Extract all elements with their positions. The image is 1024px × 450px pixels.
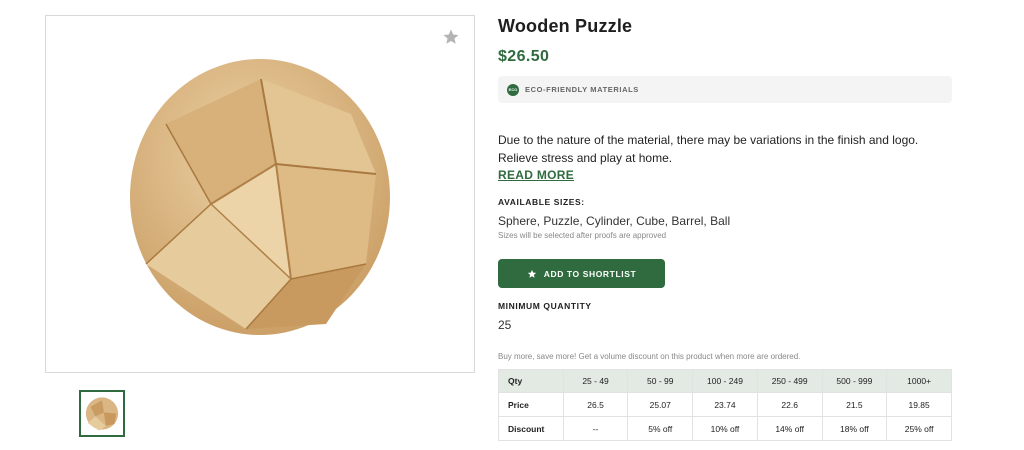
table-header-cell: 100 - 249: [692, 369, 758, 393]
volume-discount-note: Buy more, save more! Get a volume discou…: [498, 352, 801, 361]
table-header-cell: 25 - 49: [562, 369, 629, 393]
table-cell: 21.5: [821, 392, 888, 417]
sizes-note: Sizes will be selected after proofs are …: [498, 231, 667, 240]
eco-leaf-icon: ECO: [507, 83, 519, 96]
minimum-quantity-label: MINIMUM QUANTITY: [498, 301, 592, 311]
eco-badge: ECO ECO-FRIENDLY MATERIALS: [498, 76, 952, 103]
star-icon: [527, 269, 536, 278]
product-price: $26.50: [498, 48, 550, 65]
table-cell: 10% off: [692, 416, 758, 441]
add-to-shortlist-button[interactable]: ADD TO SHORTLIST: [498, 259, 665, 288]
table-cell: 25% off: [886, 416, 952, 441]
sizes-value: Sphere, Puzzle, Cylinder, Cube, Barrel, …: [498, 214, 731, 228]
table-cell: 18% off: [821, 416, 888, 441]
table-cell: Discount: [498, 416, 564, 441]
minimum-quantity-value: 25: [498, 318, 512, 332]
product-image-panel: [45, 15, 475, 373]
table-header-row: Qty 25 - 49 50 - 99 100 - 249 250 - 499 …: [498, 369, 952, 393]
table-cell: 19.85: [886, 392, 952, 417]
table-header-cell: 500 - 999: [821, 369, 888, 393]
table-header-cell: 250 - 499: [756, 369, 823, 393]
thumbnail-image: [85, 397, 119, 431]
table-cell: 22.6: [756, 392, 823, 417]
table-cell: --: [562, 416, 629, 441]
table-cell: Price: [498, 392, 564, 417]
eco-badge-label: ECO-FRIENDLY MATERIALS: [525, 85, 639, 94]
sizes-label: AVAILABLE SIZES:: [498, 197, 585, 207]
read-more-link[interactable]: READ MORE: [498, 168, 574, 182]
table-header-cell: 50 - 99: [627, 369, 694, 393]
product-image: [130, 59, 390, 335]
add-to-shortlist-label: ADD TO SHORTLIST: [543, 268, 637, 279]
table-cell: 5% off: [627, 416, 694, 441]
table-cell: 23.74: [692, 392, 758, 417]
pricing-table: Qty 25 - 49 50 - 99 100 - 249 250 - 499 …: [498, 369, 952, 441]
star-icon[interactable]: [442, 28, 460, 46]
product-title: Wooden Puzzle: [498, 16, 633, 36]
table-cell: 14% off: [756, 416, 823, 441]
table-row: Discount -- 5% off 10% off 14% off 18% o…: [498, 416, 952, 441]
table-row: Price 26.5 25.07 23.74 22.6 21.5 19.85: [498, 392, 952, 417]
table-cell: 26.5: [562, 392, 629, 417]
product-thumbnail[interactable]: [79, 390, 125, 437]
table-header-cell: Qty: [498, 369, 564, 393]
product-description: Due to the nature of the material, there…: [498, 133, 919, 165]
table-header-cell: 1000+: [886, 369, 952, 393]
table-cell: 25.07: [627, 392, 694, 417]
